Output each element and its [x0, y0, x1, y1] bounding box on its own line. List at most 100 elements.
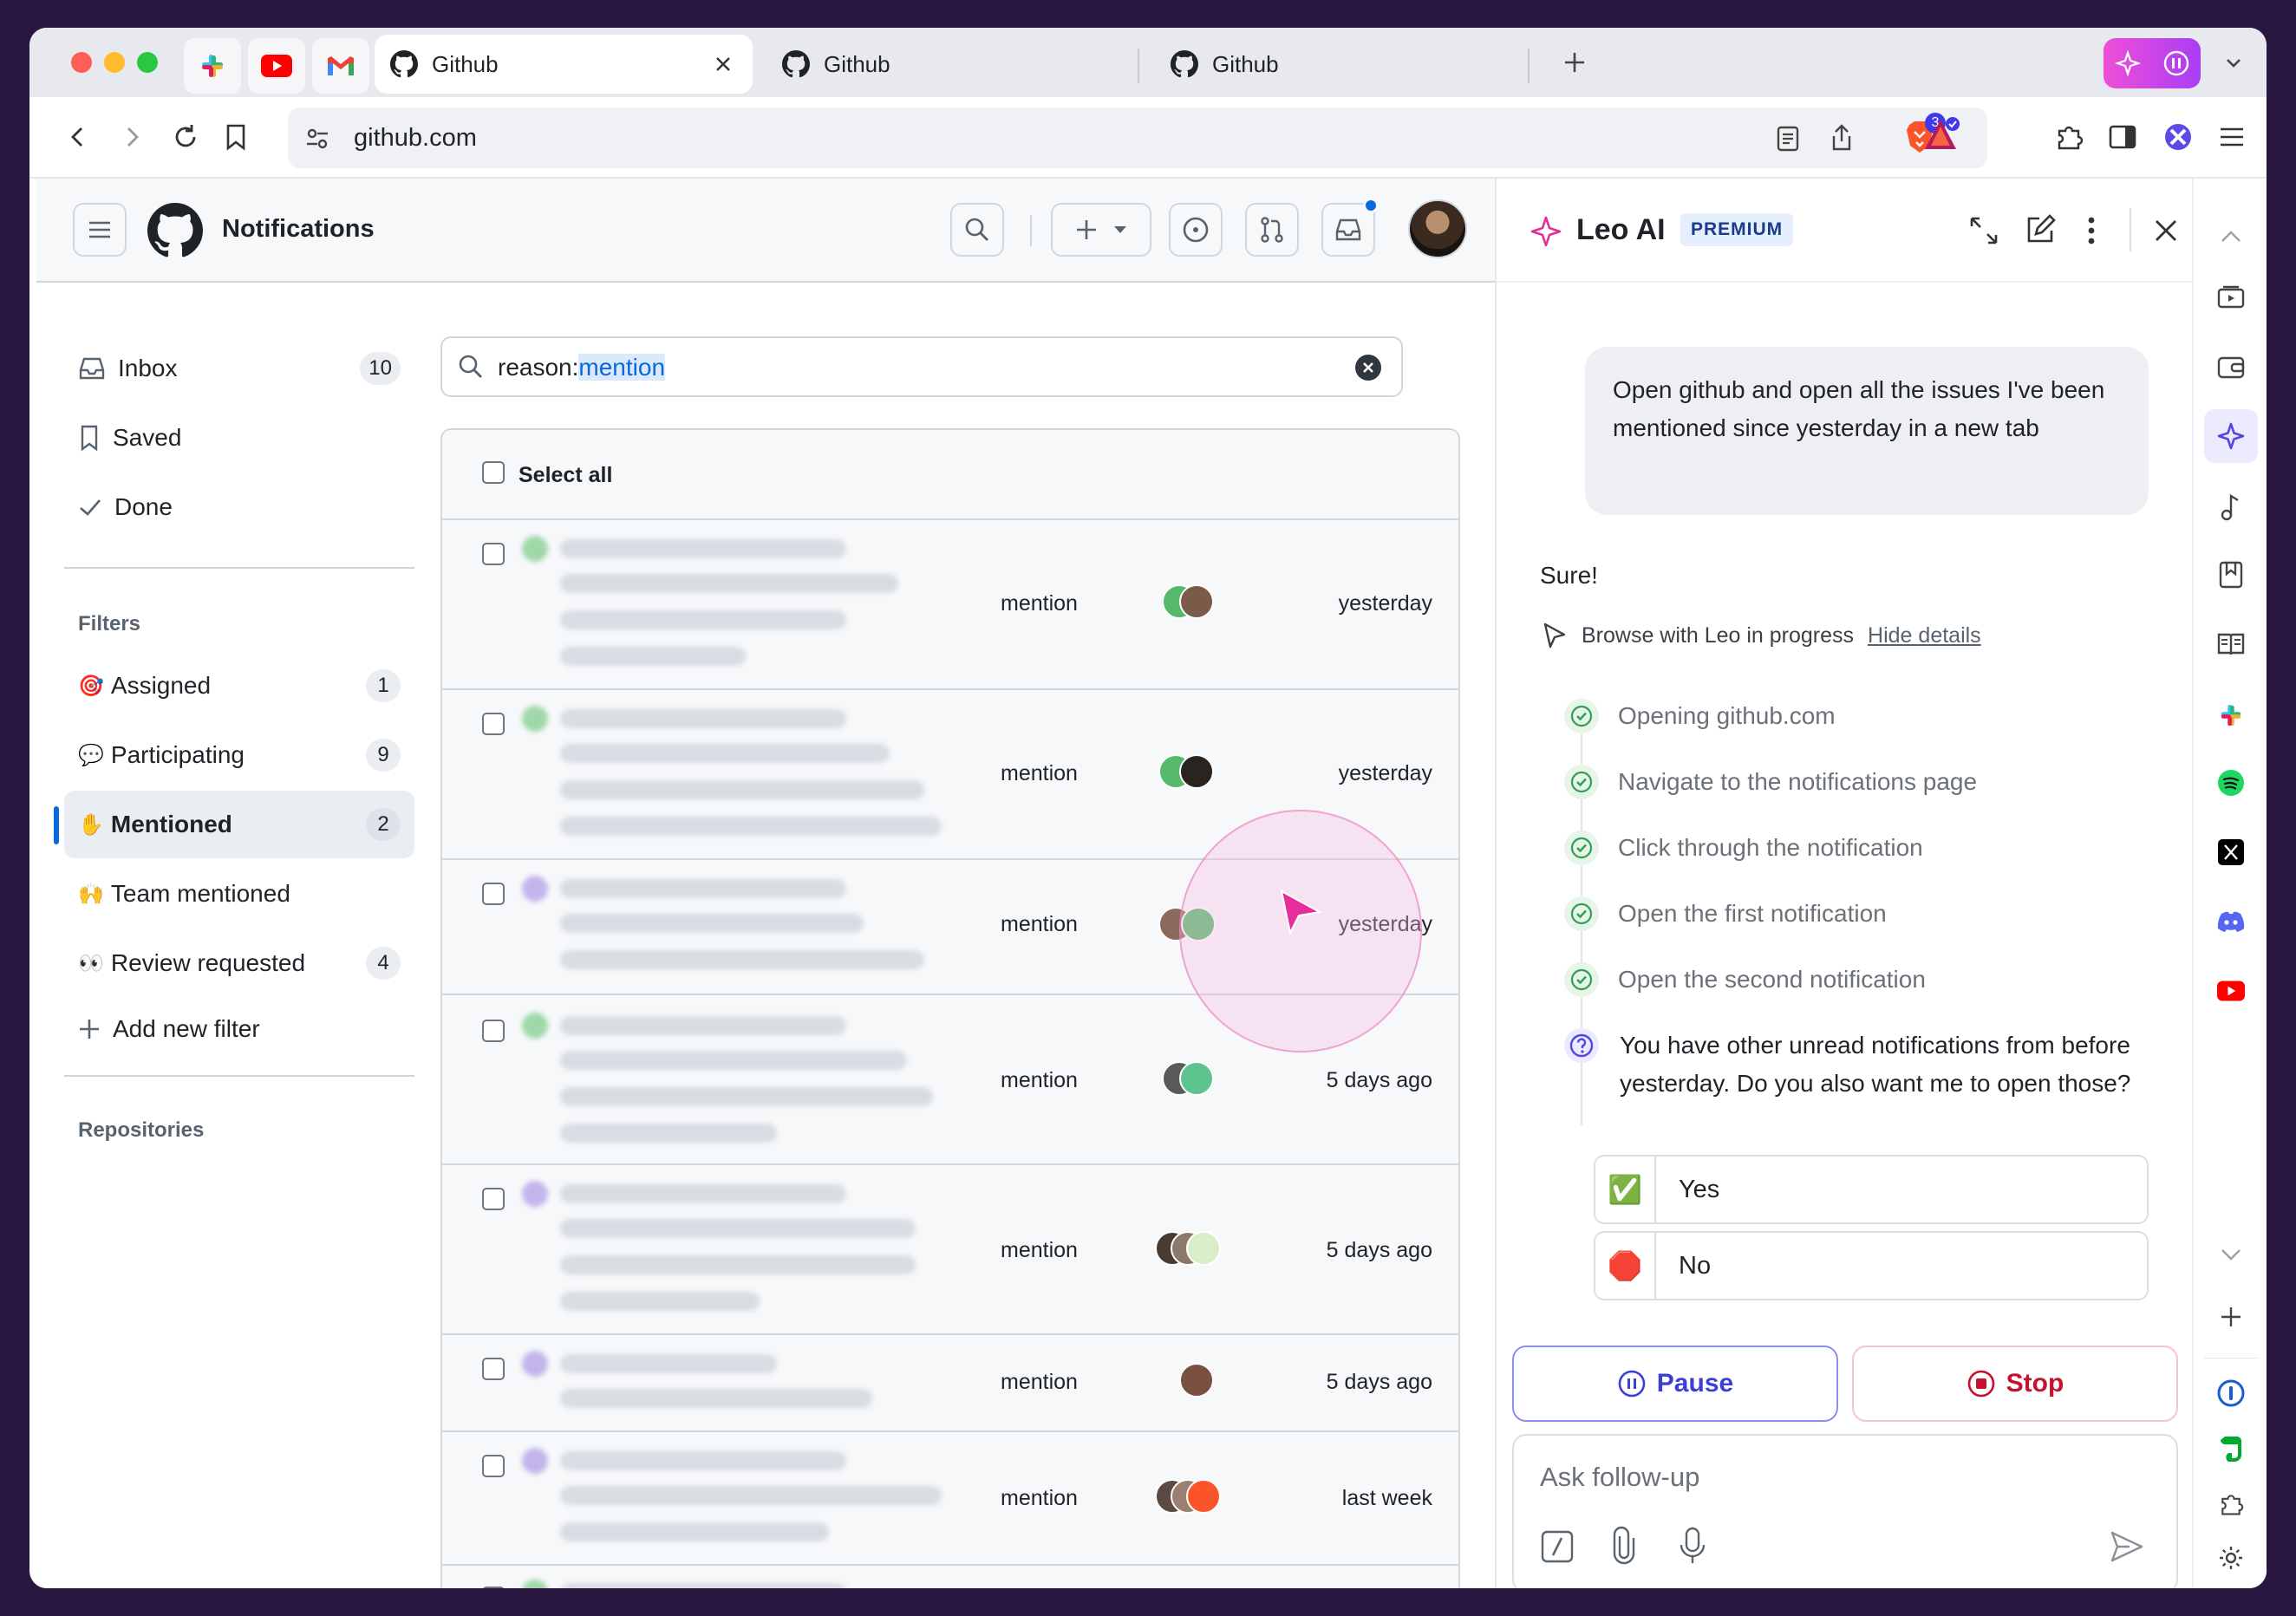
row-checkbox[interactable]: [482, 1455, 505, 1477]
row-checkbox[interactable]: [482, 1358, 505, 1380]
row-checkbox[interactable]: [482, 883, 505, 905]
inbox-button[interactable]: [1321, 198, 1379, 257]
rail-item-extensions[interactable]: [2213, 1486, 2249, 1522]
address-bar[interactable]: github.com 3: [288, 108, 1987, 168]
rail-item-youtube[interactable]: [2213, 973, 2249, 1009]
sidebar-item-inbox[interactable]: Inbox 10: [64, 335, 414, 402]
pinned-tab-youtube[interactable]: [248, 38, 305, 94]
slash-command-icon[interactable]: [1540, 1529, 1575, 1564]
brave-rewards-button[interactable]: [1921, 116, 1960, 154]
tab-github-2[interactable]: Github: [766, 35, 1139, 94]
github-logo[interactable]: [147, 203, 203, 258]
tab-github-3[interactable]: Github: [1155, 35, 1528, 94]
sidebar-item-assigned[interactable]: 🎯 Assigned 1: [64, 652, 414, 720]
new-tab-button[interactable]: [1556, 43, 1594, 81]
choice-yes-button[interactable]: ✅ Yes: [1594, 1155, 2149, 1224]
pinned-tab-slack[interactable]: [184, 38, 241, 94]
main-menu-button[interactable]: [2213, 118, 2251, 156]
share-icon[interactable]: [1830, 123, 1854, 153]
rail-scroll-down-button[interactable]: [2213, 1236, 2249, 1273]
pinned-tab-gmail[interactable]: [312, 38, 369, 94]
rail-item-spotify[interactable]: [2213, 765, 2249, 801]
chevron-up-icon: [2221, 231, 2241, 242]
rail-item-x[interactable]: [2213, 834, 2249, 870]
blurred-repo-name: [560, 1016, 846, 1035]
sidebar-item-mentioned[interactable]: ✋ Mentioned 2: [64, 791, 414, 858]
choice-no-button[interactable]: 🛑 No: [1594, 1231, 2149, 1300]
close-tab-icon[interactable]: [713, 54, 734, 75]
sidebar-item-participating[interactable]: 💬 Participating 9: [64, 721, 414, 789]
send-icon[interactable]: [2109, 1529, 2145, 1564]
rail-settings-button[interactable]: [2213, 1540, 2249, 1576]
add-filter-button[interactable]: Add new filter: [64, 995, 414, 1063]
row-checkbox[interactable]: [482, 713, 505, 735]
table-row[interactable]: mention 5 days ago: [442, 1165, 1458, 1335]
issue-state-icon: [522, 876, 548, 902]
stop-button[interactable]: Stop: [1852, 1346, 2178, 1422]
extensions-button[interactable]: [2050, 118, 2088, 156]
create-new-button[interactable]: [1051, 203, 1151, 257]
new-chat-icon[interactable]: [2024, 213, 2057, 246]
clear-search-icon[interactable]: [1354, 354, 1382, 381]
tab-github-1[interactable]: Github: [375, 35, 753, 94]
rail-item-evernote[interactable]: [2213, 1430, 2249, 1467]
blurred-repo-name: [560, 1354, 777, 1373]
table-row[interactable]: mention 5 days ago: [442, 1335, 1458, 1432]
bookmark-icon: [226, 124, 245, 151]
minimize-window-button[interactable]: [104, 52, 125, 73]
rail-item-discord[interactable]: [2213, 903, 2249, 940]
hamburger-icon: [2221, 127, 2243, 147]
row-checkbox[interactable]: [482, 1020, 505, 1042]
rail-item-reading-list[interactable]: [2213, 626, 2249, 662]
rail-item-music[interactable]: [2213, 489, 2249, 525]
avatar[interactable]: [1408, 199, 1467, 258]
back-button[interactable]: [59, 118, 97, 156]
github-search-button[interactable]: [950, 203, 1004, 257]
issues-button[interactable]: [1169, 203, 1223, 257]
rail-item-playlist[interactable]: [2213, 279, 2249, 316]
github-menu-button[interactable]: [73, 203, 127, 257]
filter-count: 4: [366, 947, 401, 980]
tab-list-button[interactable]: [2214, 43, 2253, 81]
rail-item-slack[interactable]: [2213, 697, 2249, 733]
rail-item-wallet[interactable]: [2213, 349, 2249, 385]
table-row[interactable]: mention last week: [442, 1432, 1458, 1566]
github-page: Notifications Inbox 10 Saved Done Filter…: [36, 179, 1495, 1588]
row-checkbox[interactable]: [482, 1188, 505, 1210]
sidebar-item-team-mentioned[interactable]: 🙌 Team mentioned: [64, 860, 414, 928]
leo-agent-indicator[interactable]: [2104, 38, 2201, 88]
hide-details-link[interactable]: Hide details: [1868, 623, 1981, 648]
follow-up-input[interactable]: Ask follow-up: [1512, 1434, 2178, 1588]
rail-item-bookmarks[interactable]: [2213, 557, 2249, 593]
rail-item-1password[interactable]: [2213, 1375, 2249, 1411]
expand-icon[interactable]: [1968, 215, 1999, 246]
attachment-icon[interactable]: [1611, 1526, 1637, 1566]
pull-requests-button[interactable]: [1245, 203, 1299, 257]
close-icon[interactable]: [2152, 217, 2180, 244]
reader-mode-icon[interactable]: [1776, 125, 1800, 153]
pause-button[interactable]: Pause: [1512, 1346, 1838, 1422]
rail-scroll-up-button[interactable]: [2213, 218, 2249, 255]
reload-button[interactable]: [166, 118, 205, 156]
select-all-checkbox[interactable]: [482, 461, 505, 484]
row-checkbox[interactable]: [482, 1587, 505, 1588]
more-options-icon[interactable]: [2086, 215, 2097, 246]
sidebar-item-saved[interactable]: Saved: [64, 404, 414, 472]
rail-add-button[interactable]: [2213, 1299, 2249, 1335]
forward-button[interactable]: [113, 118, 151, 156]
sidebar-item-done[interactable]: Done: [64, 473, 414, 541]
bookmark-button[interactable]: [217, 118, 255, 156]
site-settings-icon[interactable]: [303, 125, 331, 153]
sidebar-item-review-requested[interactable]: 👀 Review requested 4: [64, 929, 414, 997]
url-text[interactable]: github.com: [354, 124, 477, 153]
zoom-window-button[interactable]: [137, 52, 158, 73]
table-row[interactable]: mention yesterday: [442, 520, 1458, 690]
microphone-icon[interactable]: [1679, 1526, 1706, 1566]
sidebar-toggle-button[interactable]: [2104, 118, 2142, 156]
vpn-button[interactable]: [2159, 118, 2197, 156]
close-window-button[interactable]: [71, 52, 92, 73]
row-checkbox[interactable]: [482, 543, 505, 565]
table-row[interactable]: [442, 1566, 1458, 1588]
notification-search-input[interactable]: reason:mention: [440, 336, 1403, 397]
rail-item-leo[interactable]: [2204, 409, 2258, 463]
